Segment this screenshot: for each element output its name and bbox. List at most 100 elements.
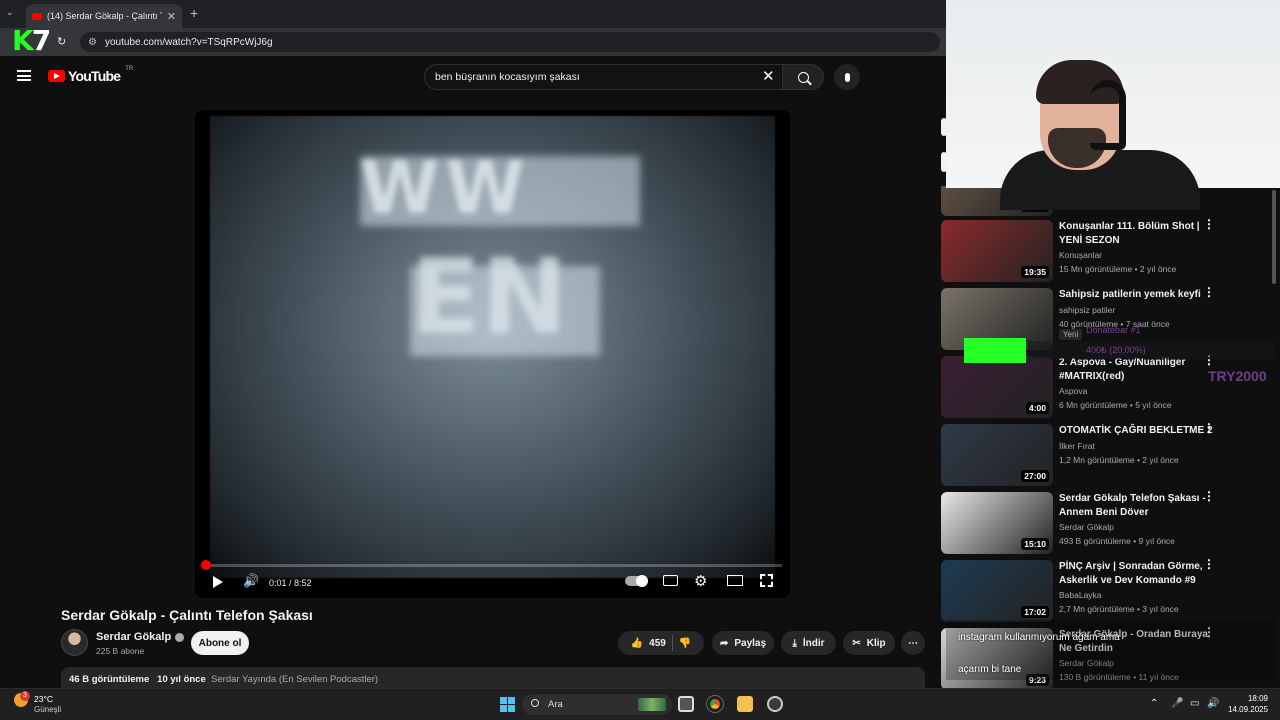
video-thumbnail[interactable]: 4:00 <box>941 356 1053 418</box>
taskbar-search-label: Ara <box>548 699 563 710</box>
description-text: Serdar Yayında (En Sevilen Podcastler) <box>211 674 379 685</box>
channel-avatar[interactable] <box>61 629 88 656</box>
scissors-icon: ✂ <box>852 637 861 649</box>
subtitles-icon[interactable] <box>663 575 678 586</box>
chat-message: instagram kullanmıyorum ağam ama <box>958 632 1120 643</box>
duration-badge: 19:35 <box>1021 266 1049 278</box>
headphones <box>1090 80 1126 150</box>
share-icon: ➦ <box>719 637 729 649</box>
theater-mode-icon[interactable] <box>727 575 743 586</box>
video-frame: WW EN <box>210 116 775 578</box>
sidebar-scrollbar[interactable] <box>1272 190 1276 284</box>
video-thumbnail[interactable]: 19:35 <box>941 220 1053 282</box>
file-explorer-icon[interactable] <box>737 696 753 712</box>
like-count[interactable]: 459 <box>649 638 666 649</box>
video-player[interactable]: WW EN 🔊 0:01 / 8:52 ⚙ <box>195 110 790 598</box>
reload-icon[interactable]: ↻ <box>57 35 66 48</box>
like-dislike-group[interactable]: 👍 459 👎 <box>618 631 704 655</box>
menu-icon[interactable] <box>17 70 31 81</box>
network-icon[interactable]: ▭ <box>1190 698 1199 709</box>
recommendation-title[interactable]: Serdar Gökalp Telefon Şakası - Annem Ben… <box>1059 492 1214 519</box>
tray-overflow-icon[interactable]: ⌃ <box>1150 698 1158 709</box>
browser-tab[interactable]: (14) Serdar Gökalp - Çalıntı Telefo ✕ <box>26 4 182 28</box>
upload-age: 10 yıl önce <box>157 674 206 685</box>
recommendation-meta: 15 Mn görüntüleme • 2 yıl önce <box>1059 264 1177 274</box>
more-options-icon[interactable]: ⋮ <box>1203 558 1215 570</box>
video-thumbnail[interactable]: 27:00 <box>941 424 1053 486</box>
like-icon[interactable]: 👍 <box>631 638 643 649</box>
search-input[interactable]: ben büşranın kocasıyım şakası <box>424 64 784 90</box>
download-icon: ⤓ <box>792 637 797 649</box>
recommendation-item[interactable]: 19:35 Konuşanlar 111. Bölüm Shot | YENİ S… <box>941 218 1277 282</box>
new-tab-icon[interactable]: + <box>190 5 198 21</box>
settings-gear-icon[interactable]: ⚙ <box>694 572 707 590</box>
weather-badge: 3 <box>20 691 30 701</box>
windows-start-icon[interactable] <box>500 697 515 712</box>
recommendation-item[interactable]: 17:02 PİNÇ Arşiv | Sonradan Görme, Askerl… <box>941 558 1277 622</box>
description-box[interactable]: 46 B görüntüleme 10 yıl önce Serdar Yayı… <box>61 667 925 688</box>
download-label: İndir <box>802 637 825 649</box>
recommendation-channel[interactable]: İlker Fırat <box>1059 441 1095 451</box>
channel-name[interactable]: Serdar Gökalp <box>96 631 171 643</box>
chrome-icon[interactable] <box>706 695 724 713</box>
new-badge: Yeni <box>1059 329 1083 340</box>
clock-date: 14.09.2025 <box>1228 705 1269 714</box>
taskbar-search[interactable]: Ara <box>522 694 672 715</box>
youtube-logo[interactable]: YouTube TR <box>48 66 133 84</box>
recommendation-item[interactable]: 27:00 OTOMATİK ÇAĞRI BEKLETME 2 ⋮ İlker Fır… <box>941 422 1277 486</box>
recommendation-meta: 493 B görüntüleme • 9 yıl önce <box>1059 536 1175 546</box>
more-options-icon[interactable]: ⋮ <box>1203 490 1215 502</box>
youtube-play-logo-icon <box>48 70 65 82</box>
more-options-icon[interactable]: ⋮ <box>1203 286 1215 298</box>
progress-bar[interactable] <box>201 560 782 570</box>
download-button[interactable]: ⤓ İndir <box>781 631 836 655</box>
recommendation-item[interactable]: 15:10 Serdar Gökalp Telefon Şakası - Anne… <box>941 490 1277 554</box>
clear-search-icon[interactable]: ✕ <box>762 67 775 85</box>
clock-time: 18:09 <box>1247 694 1268 703</box>
address-bar[interactable]: ⚙ youtube.com/watch?v=TSqRPcWjJ6g <box>80 32 940 52</box>
taskbar-clock[interactable]: 18:09 14.09.2025 <box>1228 693 1268 715</box>
video-thumbnail[interactable]: 15:10 <box>941 492 1053 554</box>
search-button[interactable] <box>782 64 824 90</box>
recommendation-channel[interactable]: sahipsiz patiler <box>1059 305 1115 315</box>
recommendation-item[interactable]: 4:00 2. Aspova - Gay/Nuaniliger #MATRIX(r… <box>941 354 1277 418</box>
site-info-icon[interactable]: ⚙ <box>88 37 97 48</box>
tab-search-icon[interactable]: ⌄ <box>6 7 14 18</box>
recommendation-channel[interactable]: Serdar Gökalp <box>1059 522 1114 532</box>
recommendation-title[interactable]: 2. Aspova - Gay/Nuaniliger #MATRIX(red) <box>1059 356 1214 383</box>
channel-name-row[interactable]: Serdar Gökalp <box>96 631 185 643</box>
autoplay-toggle[interactable] <box>625 575 648 587</box>
obs-icon[interactable] <box>767 696 783 712</box>
share-button[interactable]: ➦ Paylaş <box>712 631 774 655</box>
play-icon[interactable] <box>213 576 223 588</box>
recommendation-channel[interactable]: BabaLayka <box>1059 590 1102 600</box>
recommendation-title[interactable]: Sahipsiz patilerin yemek keyfi <box>1059 288 1214 302</box>
subscribe-button[interactable]: Abone ol <box>191 631 249 655</box>
weather-condition[interactable]: Güneşli <box>34 705 61 714</box>
close-tab-icon[interactable]: ✕ <box>167 10 176 23</box>
clip-button[interactable]: ✂ Klip <box>843 631 895 655</box>
task-view-icon[interactable] <box>678 696 694 712</box>
video-blurred-letters: WW <box>360 146 531 230</box>
scrubber-handle[interactable] <box>201 560 211 570</box>
video-title: Serdar Gökalp - Çalıntı Telefon Şakası <box>61 607 313 623</box>
video-thumbnail[interactable]: 17:02 <box>941 560 1053 622</box>
recommendation-channel[interactable]: Aspova <box>1059 386 1087 396</box>
recommendation-channel[interactable]: Konuşanlar <box>1059 250 1102 260</box>
volume-icon[interactable]: 🔊 <box>243 573 259 589</box>
recommendation-title[interactable]: Konuşanlar 111. Bölüm Shot | YENİ SEZON <box>1059 220 1214 247</box>
temperature[interactable]: 23°C <box>34 694 53 704</box>
speaker-icon[interactable]: 🔊 <box>1207 698 1219 709</box>
donation-bar <box>1028 341 1273 359</box>
voice-search-button[interactable] <box>834 64 860 90</box>
microphone-tray-icon[interactable]: 🎤 <box>1171 698 1183 709</box>
browser-tab-bar: ⌄ (14) Serdar Gökalp - Çalıntı Telefo ✕ … <box>0 0 946 28</box>
duration-badge: 17:02 <box>1021 606 1049 618</box>
more-options-icon[interactable]: ⋮ <box>1203 422 1215 434</box>
dislike-icon[interactable]: 👎 <box>679 638 691 649</box>
recommendation-title[interactable]: OTOMATİK ÇAĞRI BEKLETME 2 <box>1059 424 1214 438</box>
more-actions-button[interactable]: ⋯ <box>901 631 925 655</box>
recommendation-title[interactable]: PİNÇ Arşiv | Sonradan Görme, Askerlik ve… <box>1059 560 1214 587</box>
more-options-icon[interactable]: ⋮ <box>1203 218 1215 230</box>
recommendation-meta: 6 Mn görüntüleme • 5 yıl önce <box>1059 400 1172 410</box>
